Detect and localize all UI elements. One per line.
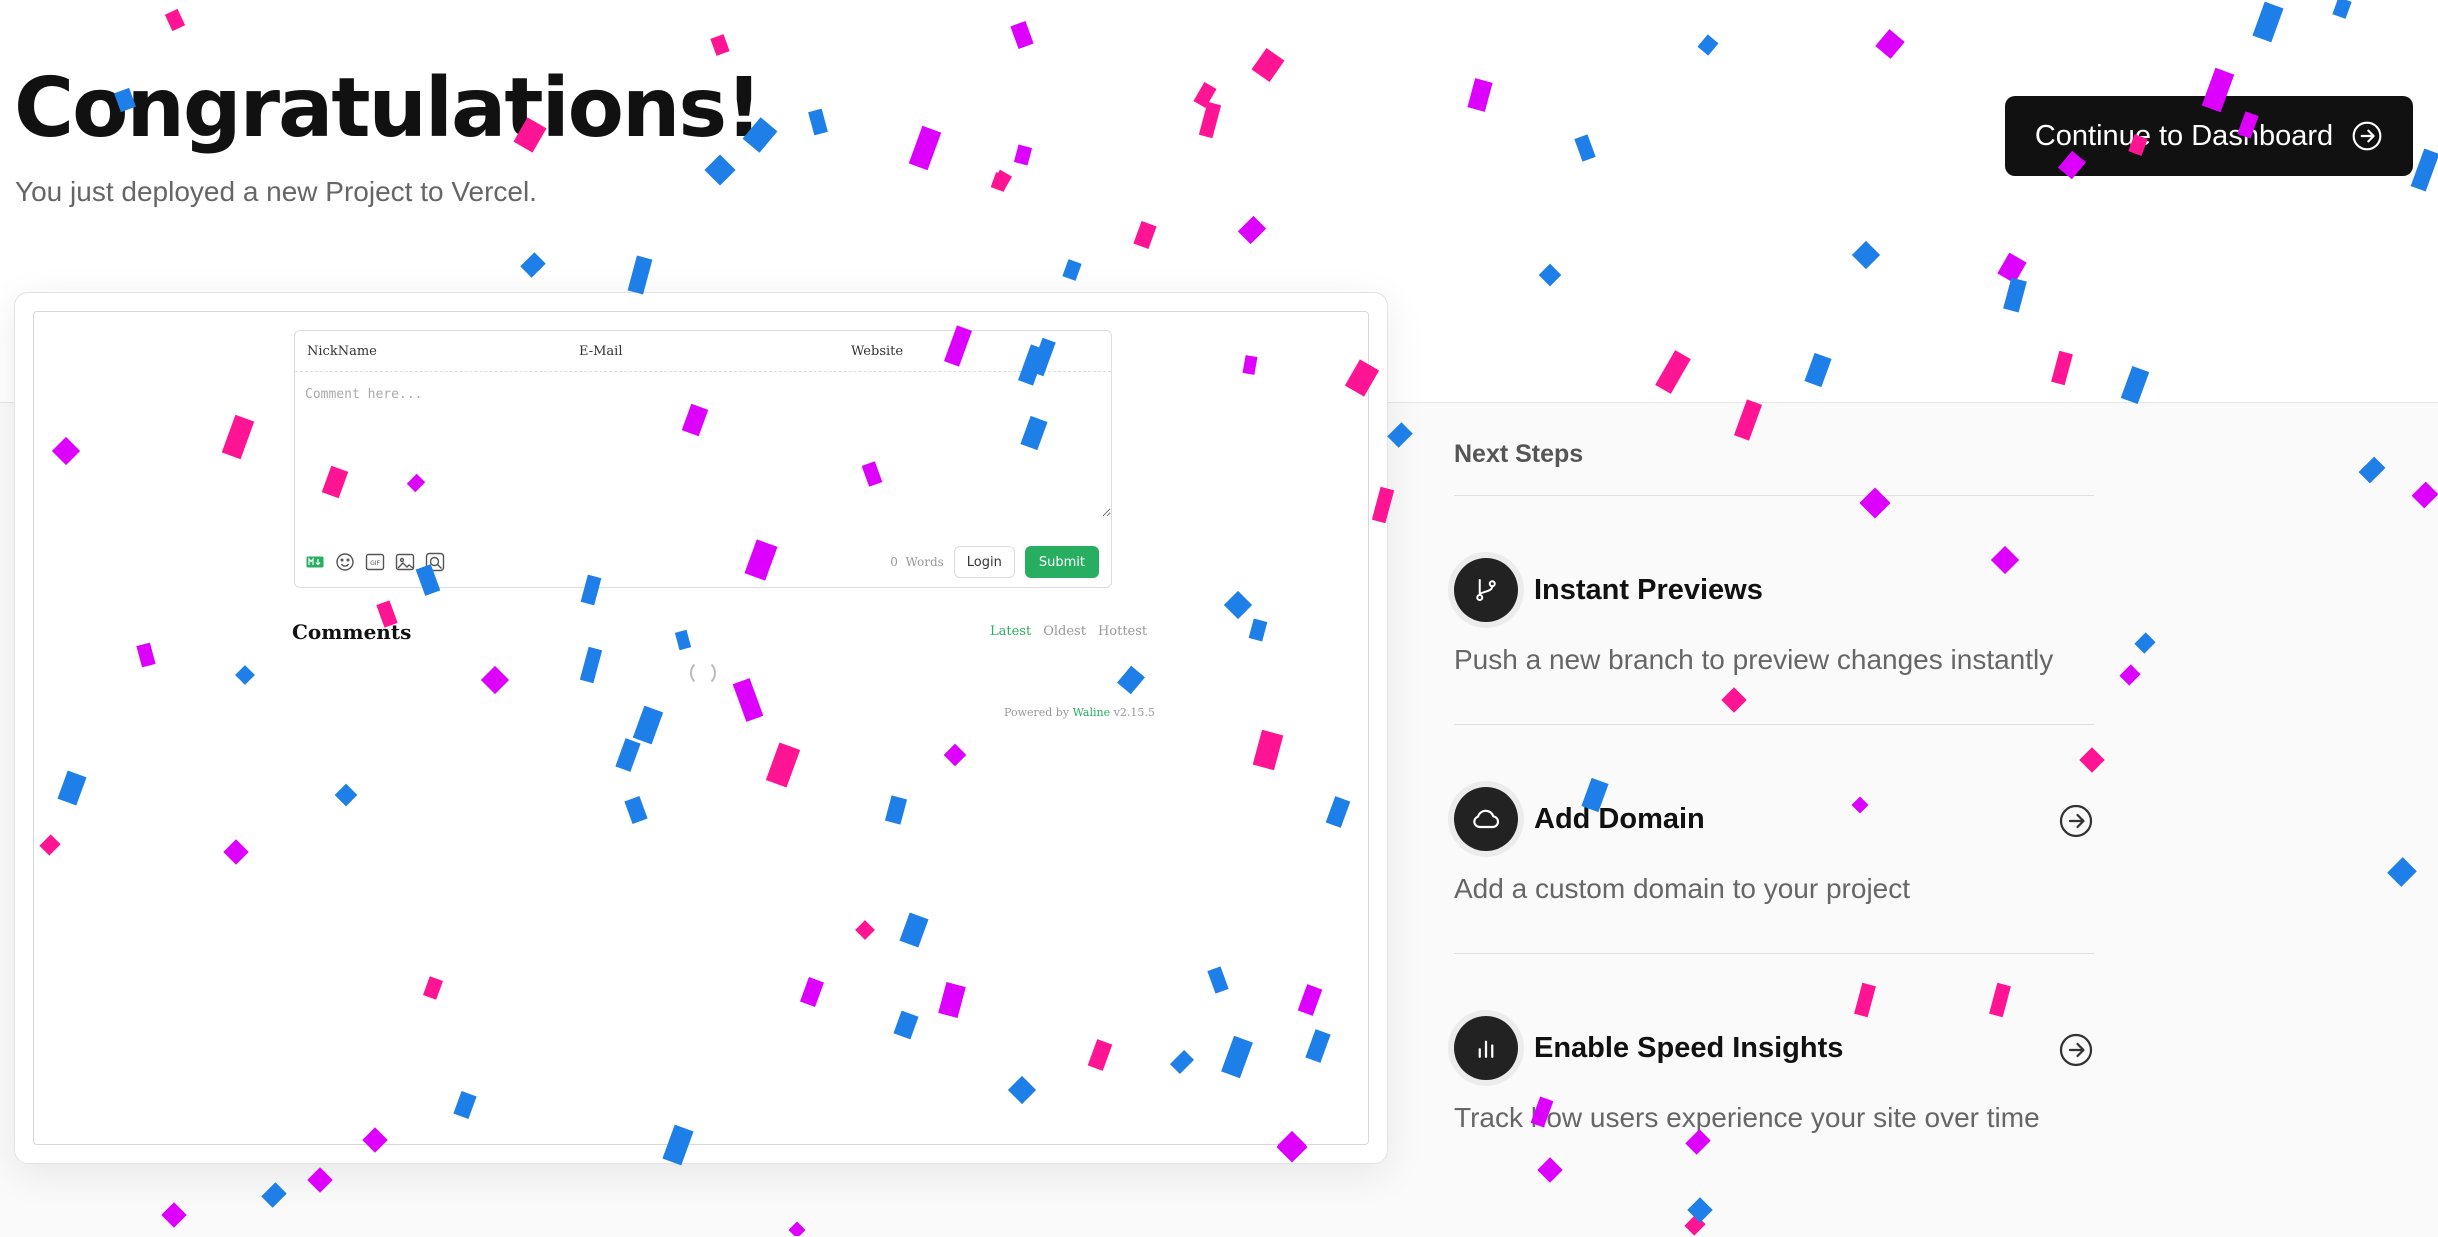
svg-text:GIF: GIF (370, 560, 380, 567)
next-step-name: Instant Previews (1534, 574, 1763, 607)
arrow-right-circle-icon[interactable] (2058, 803, 2094, 839)
confetti-piece (808, 109, 828, 136)
confetti-piece (1697, 34, 1718, 55)
loading-spinner (690, 660, 716, 686)
confetti-piece (710, 34, 729, 56)
confetti-piece (2252, 2, 2283, 43)
comments-heading: Comments (292, 620, 411, 644)
waline-version: v2.15.5 (1114, 706, 1155, 719)
email-field[interactable]: E-Mail (567, 344, 839, 359)
word-count: 0 (890, 555, 898, 569)
confetti-piece (628, 256, 653, 295)
confetti-piece (1199, 102, 1221, 138)
confetti-piece (1852, 241, 1880, 269)
comment-form-footer: GIF 0 Words Login Submit (305, 545, 1099, 579)
comment-form: NickName E-Mail Website GIF (294, 330, 1112, 588)
confetti-piece (2003, 277, 2027, 312)
login-button[interactable]: Login (954, 546, 1015, 578)
emoji-icon[interactable] (335, 552, 355, 572)
cloud-icon (1454, 787, 1518, 851)
confetti-piece (520, 252, 545, 277)
bar-chart-icon (1454, 1016, 1518, 1080)
confetti-piece (1014, 144, 1032, 165)
confetti-piece (1252, 48, 1285, 82)
confetti-piece (992, 170, 1012, 191)
next-step-description: Add a custom domain to your project (1454, 873, 1910, 905)
confetti-piece (1875, 29, 1904, 59)
markdown-icon[interactable] (305, 552, 325, 572)
next-step-instant-previews[interactable]: Instant Previews Push a new branch to pr… (1454, 496, 2094, 725)
confetti-piece (1238, 216, 1266, 244)
powered-prefix: Powered by (1004, 706, 1069, 719)
word-label: Words (905, 555, 943, 569)
confetti-piece (991, 172, 1010, 192)
word-counter: 0 Words (890, 555, 944, 569)
comment-toolbar: GIF (305, 552, 445, 572)
confetti-piece (909, 126, 941, 170)
next-step-description: Track how users experience your site ove… (1454, 1102, 2040, 1134)
confetti-piece (1997, 253, 2026, 284)
confetti-piece (2411, 148, 2438, 191)
next-step-speed-insights[interactable]: Enable Speed Insights Track how users ex… (1454, 954, 2094, 1183)
confetti-piece (1193, 82, 1216, 108)
page-title: Congratulations! (14, 64, 761, 154)
confetti-piece (1655, 350, 1691, 394)
comment-form-header: NickName E-Mail Website (295, 331, 1111, 372)
confetti-piece (2332, 0, 2351, 19)
confetti-piece (1062, 259, 1081, 281)
continue-to-dashboard-button[interactable]: Continue to Dashboard (2005, 96, 2413, 176)
comment-sort-tabs: Latest Oldest Hottest (990, 624, 1147, 639)
comment-actions: 0 Words Login Submit (890, 546, 1099, 578)
sort-latest[interactable]: Latest (990, 624, 1031, 639)
confetti-piece (1010, 21, 1033, 49)
image-icon[interactable] (395, 552, 415, 572)
confetti-piece (1539, 264, 1562, 287)
continue-to-dashboard-label: Continue to Dashboard (2035, 120, 2333, 153)
submit-button[interactable]: Submit (1025, 546, 1099, 578)
preview-icon[interactable] (425, 552, 445, 572)
confetti-piece (2051, 351, 2073, 386)
next-step-description: Push a new branch to preview changes ins… (1454, 644, 2053, 676)
confetti-piece (2121, 366, 2150, 404)
sort-hottest[interactable]: Hottest (1098, 624, 1147, 639)
waline-link[interactable]: Waline (1073, 706, 1111, 719)
confetti-piece (1574, 134, 1595, 161)
next-steps-title: Next Steps (1454, 440, 2094, 496)
powered-by: Powered by Waline v2.15.5 (1004, 706, 1155, 719)
deployment-preview-card[interactable]: NickName E-Mail Website GIF (14, 292, 1388, 1164)
website-field[interactable]: Website (839, 344, 1111, 359)
next-step-add-domain[interactable]: Add Domain Add a custom domain to your p… (1454, 725, 2094, 954)
confetti-piece (1467, 78, 1492, 112)
confetti-piece (1804, 353, 1831, 387)
confetti-piece (704, 154, 735, 185)
page-subtitle: You just deployed a new Project to Verce… (15, 176, 537, 208)
arrow-right-circle-icon[interactable] (2058, 1032, 2094, 1068)
comment-input[interactable] (295, 373, 1111, 517)
git-branch-icon (1454, 558, 1518, 622)
next-step-name: Add Domain (1534, 803, 1705, 836)
sort-oldest[interactable]: Oldest (1043, 624, 1086, 639)
nickname-field[interactable]: NickName (295, 344, 567, 359)
next-step-name: Enable Speed Insights (1534, 1032, 1843, 1065)
confetti-piece (165, 9, 185, 31)
confetti-piece (1133, 221, 1156, 249)
deployment-preview-frame: NickName E-Mail Website GIF (33, 311, 1369, 1145)
next-steps-panel: Next Steps Instant Previews Push a new b… (1454, 440, 2094, 1183)
arrow-right-circle-icon (2351, 120, 2383, 152)
gif-icon[interactable]: GIF (365, 552, 385, 572)
